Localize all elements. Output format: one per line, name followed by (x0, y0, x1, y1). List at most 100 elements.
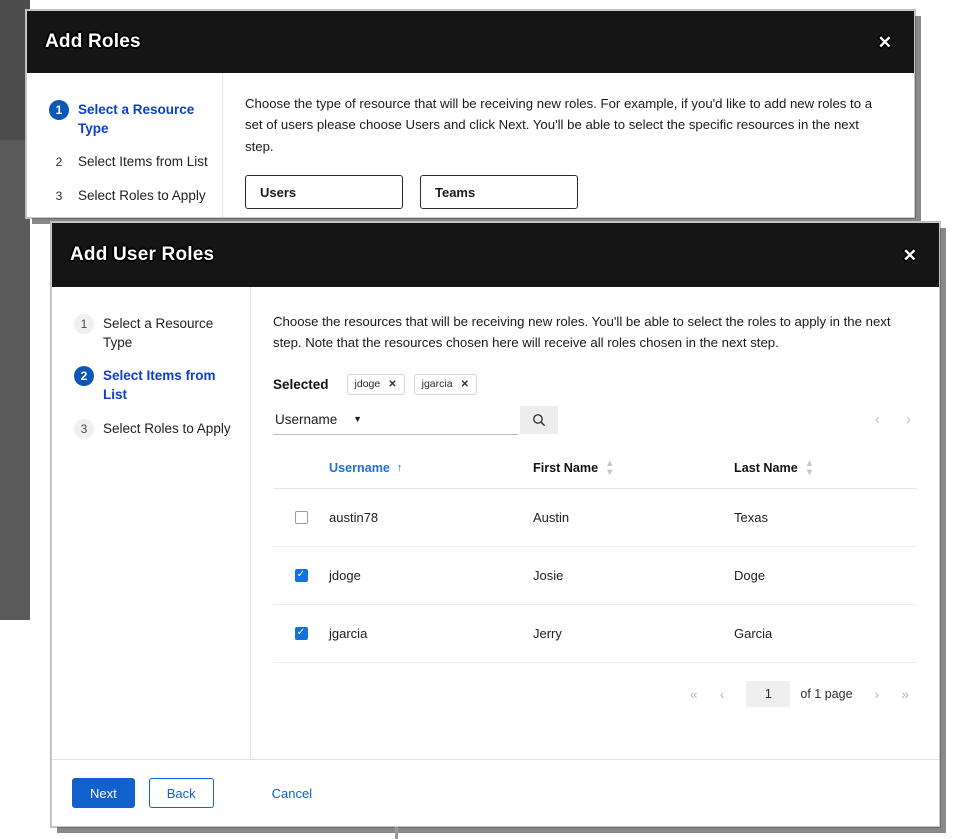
add-user-roles-dialog-header: Add User Roles ✕ (52, 223, 939, 287)
row-checkbox[interactable]: ✓ (295, 627, 308, 640)
selected-chip-jgarcia[interactable]: jgarcia ✕ (414, 374, 477, 395)
row-checkbox[interactable]: ✓ (295, 569, 308, 582)
selected-chip-jdoge[interactable]: jdoge ✕ (347, 374, 405, 395)
add-user-roles-instructions: Choose the resources that will be receiv… (273, 311, 917, 354)
search-field-selector[interactable]: Username ▼ (273, 405, 370, 435)
wizard-step-select-resource-type[interactable]: 1 Select a Resource Type (27, 93, 222, 145)
row-checkbox[interactable] (295, 511, 308, 524)
add-roles-dialog: Add Roles ✕ 1 Select a Resource Type 2 S… (26, 10, 915, 218)
table-row[interactable]: ✓ jgarcia Jerry Garcia (273, 605, 917, 663)
chevron-left-icon[interactable]: ‹ (875, 411, 880, 428)
check-icon: ✓ (297, 628, 305, 638)
resource-type-buttons: Users Teams (245, 175, 888, 209)
table-bottom-pagination: « ‹ 1 of 1 page › » (273, 663, 917, 707)
add-user-roles-dialog-footer: Next Back Cancel (52, 759, 939, 826)
column-header-last-name[interactable]: Last Name ▲▼ (734, 459, 917, 478)
step-number-badge: 1 (49, 100, 69, 120)
wizard-step-select-roles-to-apply[interactable]: 3 Select Roles to Apply (52, 412, 250, 446)
check-icon: ✓ (297, 570, 305, 580)
table-row[interactable]: ✓ jdoge Josie Doge (273, 547, 917, 605)
chevrons-right-icon[interactable]: » (901, 686, 909, 702)
selected-label: Selected (273, 377, 329, 392)
selected-resources-row: Selected jdoge ✕ jgarcia ✕ (273, 374, 917, 395)
wizard-step-select-resource-type[interactable]: 1 Select a Resource Type (52, 307, 250, 359)
search-button[interactable] (520, 406, 558, 434)
add-user-roles-dialog-title: Add User Roles (70, 244, 214, 266)
wizard-step-label: Select Items from List (78, 152, 208, 171)
add-roles-wizard-steps: 1 Select a Resource Type 2 Select Items … (27, 73, 223, 217)
chevron-right-icon[interactable]: › (906, 411, 911, 428)
step-number-badge: 2 (74, 366, 94, 386)
wizard-step-label: Select Items from List (103, 366, 236, 404)
sort-none-icon: ▲▼ (805, 459, 814, 478)
cell-first-name: Josie (533, 568, 734, 583)
cell-first-name: Austin (533, 510, 734, 525)
add-roles-instructions: Choose the type of resource that will be… (245, 93, 888, 157)
page-right-margin (942, 0, 960, 222)
add-roles-wizard-content: Choose the type of resource that will be… (223, 73, 914, 217)
search-input[interactable] (370, 405, 518, 435)
cell-username: jdoge (329, 568, 533, 583)
row-checkbox-cell (273, 511, 329, 524)
users-table: Username ↑ First Name ▲▼ (273, 453, 917, 663)
search-toolbar: Username ▼ ‹ › (273, 405, 917, 435)
cell-last-name: Texas (734, 510, 917, 525)
cell-first-name: Jerry (533, 626, 734, 641)
page-bottom-left-margin (0, 620, 24, 839)
next-button[interactable]: Next (72, 778, 135, 808)
table-top-pagination: ‹ › (875, 411, 917, 428)
chip-label: jdoge (355, 378, 381, 390)
chevrons-left-icon[interactable]: « (690, 686, 698, 702)
column-header-label: Username (329, 461, 390, 475)
wizard-step-select-items-from-list[interactable]: 2 Select Items from List (27, 145, 222, 179)
column-header-username[interactable]: Username ↑ (329, 461, 533, 475)
resource-type-teams-button[interactable]: Teams (420, 175, 578, 209)
page-count-label: of 1 page (800, 687, 852, 701)
wizard-step-label: Select Roles to Apply (103, 419, 231, 438)
row-checkbox-cell: ✓ (273, 627, 329, 640)
chip-label: jgarcia (422, 378, 453, 390)
add-roles-dialog-title: Add Roles (45, 31, 141, 53)
add-roles-dialog-header: Add Roles ✕ (27, 11, 914, 73)
add-user-roles-dialog-body: 1 Select a Resource Type 2 Select Items … (52, 287, 939, 826)
users-table-header: Username ↑ First Name ▲▼ (273, 453, 917, 489)
wizard-step-label: Select a Resource Type (78, 100, 208, 138)
cell-last-name: Garcia (734, 626, 917, 641)
add-user-roles-wizard-content: Choose the resources that will be receiv… (251, 287, 939, 759)
add-user-roles-wizard-steps: 1 Select a Resource Type 2 Select Items … (52, 287, 251, 759)
step-number-badge: 1 (74, 314, 94, 334)
column-header-label: Last Name (734, 461, 798, 475)
wizard-step-label: Select Roles to Apply (78, 186, 206, 205)
sort-ascending-icon: ↑ (397, 462, 403, 474)
page-number-input[interactable]: 1 (746, 681, 790, 707)
sort-none-icon: ▲▼ (605, 459, 614, 478)
column-header-first-name[interactable]: First Name ▲▼ (533, 459, 734, 478)
table-row[interactable]: austin78 Austin Texas (273, 489, 917, 547)
cell-username: jgarcia (329, 626, 533, 641)
chevron-right-icon[interactable]: › (875, 686, 880, 702)
add-user-roles-main: 1 Select a Resource Type 2 Select Items … (52, 287, 939, 759)
resource-type-users-button[interactable]: Users (245, 175, 403, 209)
add-roles-dialog-body: 1 Select a Resource Type 2 Select Items … (27, 73, 914, 217)
step-number-badge: 3 (49, 186, 69, 206)
wizard-step-label: Select a Resource Type (103, 314, 236, 352)
screen: Add Roles ✕ 1 Select a Resource Type 2 S… (0, 0, 960, 839)
wizard-step-select-roles-to-apply[interactable]: 3 Select Roles to Apply (27, 179, 222, 213)
cancel-button[interactable]: Cancel (266, 785, 318, 802)
back-button[interactable]: Back (149, 778, 214, 808)
search-icon (532, 413, 546, 427)
chevron-down-icon: ▼ (353, 414, 362, 424)
close-icon[interactable]: ✕ (461, 379, 469, 390)
search-field-selector-value: Username (275, 412, 337, 427)
cell-username: austin78 (329, 510, 533, 525)
page-underlay-marker (395, 827, 398, 839)
step-number-badge: 2 (49, 152, 69, 172)
column-header-label: First Name (533, 461, 598, 475)
cell-last-name: Doge (734, 568, 917, 583)
close-icon[interactable]: ✕ (903, 247, 917, 264)
close-icon[interactable]: ✕ (878, 34, 892, 51)
wizard-step-select-items-from-list[interactable]: 2 Select Items from List (52, 359, 250, 411)
chevron-left-icon[interactable]: ‹ (720, 686, 725, 702)
row-checkbox-cell: ✓ (273, 569, 329, 582)
close-icon[interactable]: ✕ (388, 379, 396, 390)
